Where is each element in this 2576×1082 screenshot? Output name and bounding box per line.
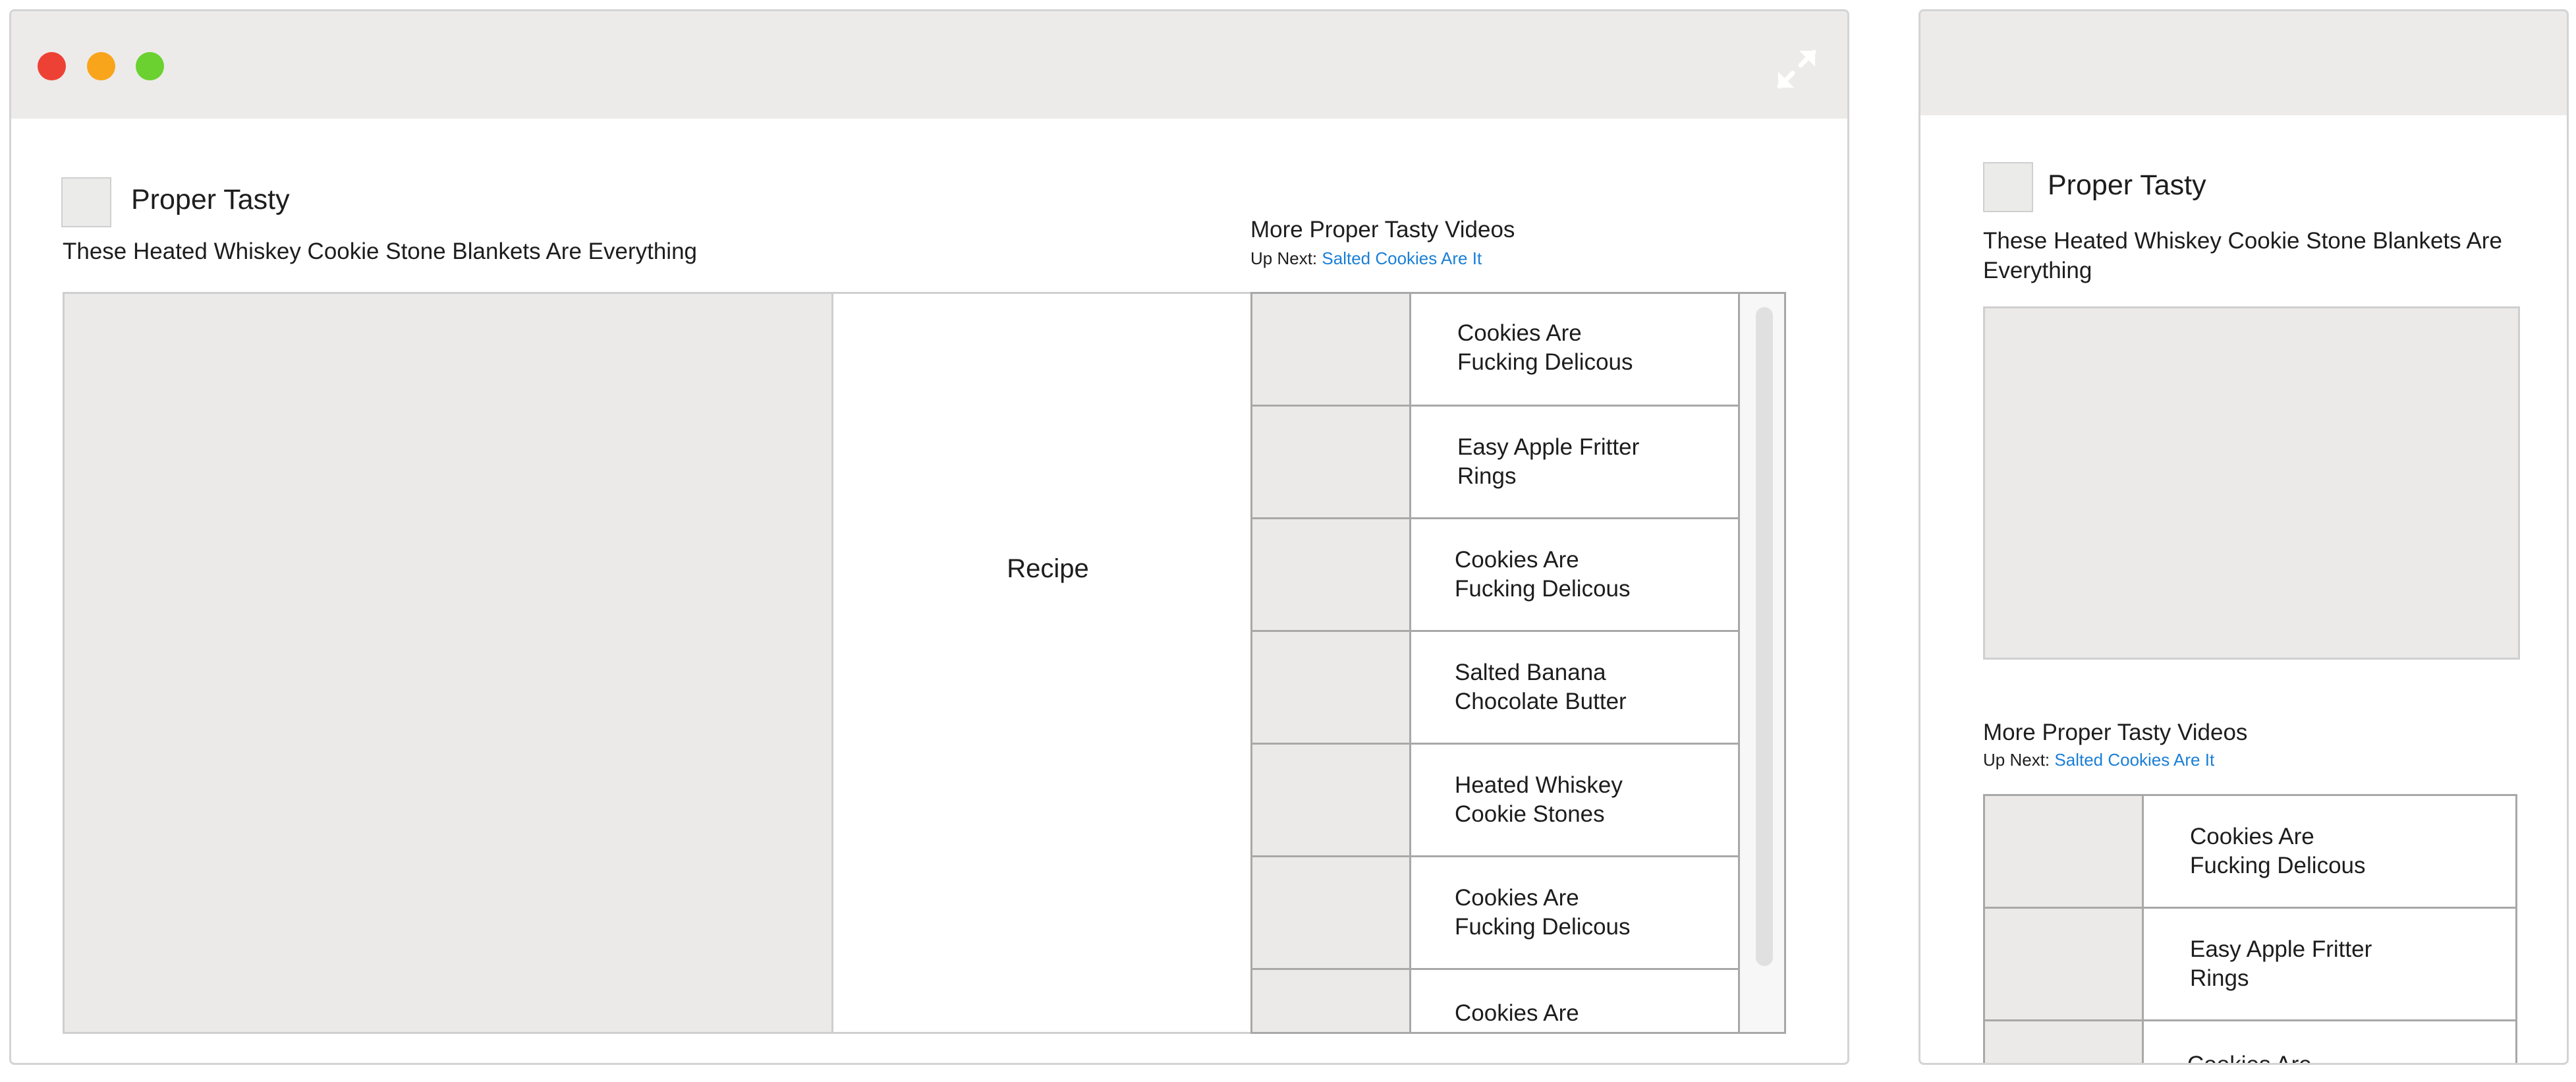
video-thumbnail[interactable] [1985, 1021, 2144, 1063]
list-item[interactable]: Cookies Are Fucking Delicous [1985, 796, 2515, 909]
window-titlebar [11, 11, 1847, 119]
up-next-prefix: Up Next: [1983, 750, 2050, 770]
list-item-title: Cookies Are Fucking Delicous [1455, 885, 1631, 940]
video-player[interactable]: Recipe [63, 292, 1264, 1034]
video-thumbnail[interactable] [1252, 519, 1411, 630]
channel-avatar[interactable] [61, 177, 111, 227]
recipe-panel[interactable]: Recipe [831, 294, 1262, 1032]
list-item-title: Cookies Are Fucking Delicous [1455, 547, 1631, 602]
list-item[interactable]: Salted Banana Chocolate Butter [1252, 632, 1738, 745]
video-thumbnail[interactable] [1252, 970, 1411, 1032]
maximize-button[interactable] [136, 52, 164, 80]
video-title: These Heated Whiskey Cookie Stone Blanke… [1983, 228, 2502, 283]
minimize-button[interactable] [87, 52, 115, 80]
list-item-title: Heated Whiskey Cookie Stones [1455, 772, 1623, 827]
video-thumbnail[interactable] [1985, 909, 2144, 1019]
list-item-title: Easy Apple Fritter Rings [2190, 936, 2372, 991]
expand-arrows-icon[interactable] [1774, 47, 1819, 92]
up-next: Up Next: Salted Cookies Are It [1983, 750, 2214, 770]
up-next-link[interactable]: Salted Cookies Are It [2054, 750, 2214, 770]
more-videos-title: More Proper Tasty Videos [1983, 720, 2248, 745]
video-thumbnail[interactable] [1985, 796, 2144, 907]
channel-avatar[interactable] [1983, 162, 2033, 212]
recipe-label: Recipe [1007, 554, 1089, 583]
desktop-window: Proper Tasty These Heated Whiskey Cookie… [9, 9, 1849, 1065]
list-item[interactable]: Heated Whiskey Cookie Stones [1252, 745, 1738, 857]
list-item-title: Cookies Are Fucking Delicous [1457, 320, 1633, 375]
more-videos-title: More Proper Tasty Videos [1250, 217, 1515, 242]
channel-name[interactable]: Proper Tasty [131, 184, 290, 216]
mobile-window: Proper Tasty These Heated Whiskey Cookie… [1918, 9, 2569, 1065]
up-next: Up Next: Salted Cookies Are It [1250, 248, 1482, 269]
list-item-title: Salted Banana Chocolate Butter [1455, 660, 1627, 714]
video-title: These Heated Whiskey Cookie Stone Blanke… [63, 239, 697, 264]
list-item[interactable]: Cookies Are [1985, 1021, 2515, 1065]
list-item-title: Cookies Are [2187, 1052, 2312, 1065]
close-button[interactable] [38, 52, 66, 80]
more-videos-list[interactable]: Cookies Are Fucking Delicous Easy Apple F… [1250, 292, 1786, 1034]
list-item[interactable]: Cookies Are Fucking Delicous [1252, 519, 1738, 632]
list-item-title: Easy Apple Fritter Rings [1457, 434, 1640, 489]
list-item[interactable]: Cookies Are Fucking Delicous [1252, 294, 1738, 407]
list-item[interactable]: Cookies Are Fucking Delicous [1252, 857, 1738, 970]
channel-name[interactable]: Proper Tasty [2048, 169, 2206, 202]
list-item-title: Cookies Are [1455, 1000, 1579, 1026]
video-thumbnail[interactable] [1252, 745, 1411, 855]
more-videos-list[interactable]: Cookies Are Fucking Delicous Easy Apple F… [1983, 794, 2517, 1065]
list-item[interactable]: Cookies Are [1252, 970, 1738, 1032]
video-thumbnail[interactable] [1252, 632, 1411, 743]
up-next-prefix: Up Next: [1250, 248, 1318, 268]
scrollbar-thumb[interactable] [1756, 307, 1773, 966]
video-player[interactable] [1983, 306, 2520, 660]
video-thumbnail[interactable] [1252, 857, 1411, 968]
video-thumbnail[interactable] [1252, 407, 1411, 517]
list-item[interactable]: Easy Apple Fritter Rings [1985, 909, 2515, 1021]
list-item[interactable]: Easy Apple Fritter Rings [1252, 407, 1738, 519]
video-thumbnail[interactable] [1252, 294, 1411, 405]
up-next-link[interactable]: Salted Cookies Are It [1322, 248, 1482, 268]
list-item-title: Cookies Are Fucking Delicous [2190, 824, 2366, 878]
mobile-header [1920, 11, 2567, 115]
